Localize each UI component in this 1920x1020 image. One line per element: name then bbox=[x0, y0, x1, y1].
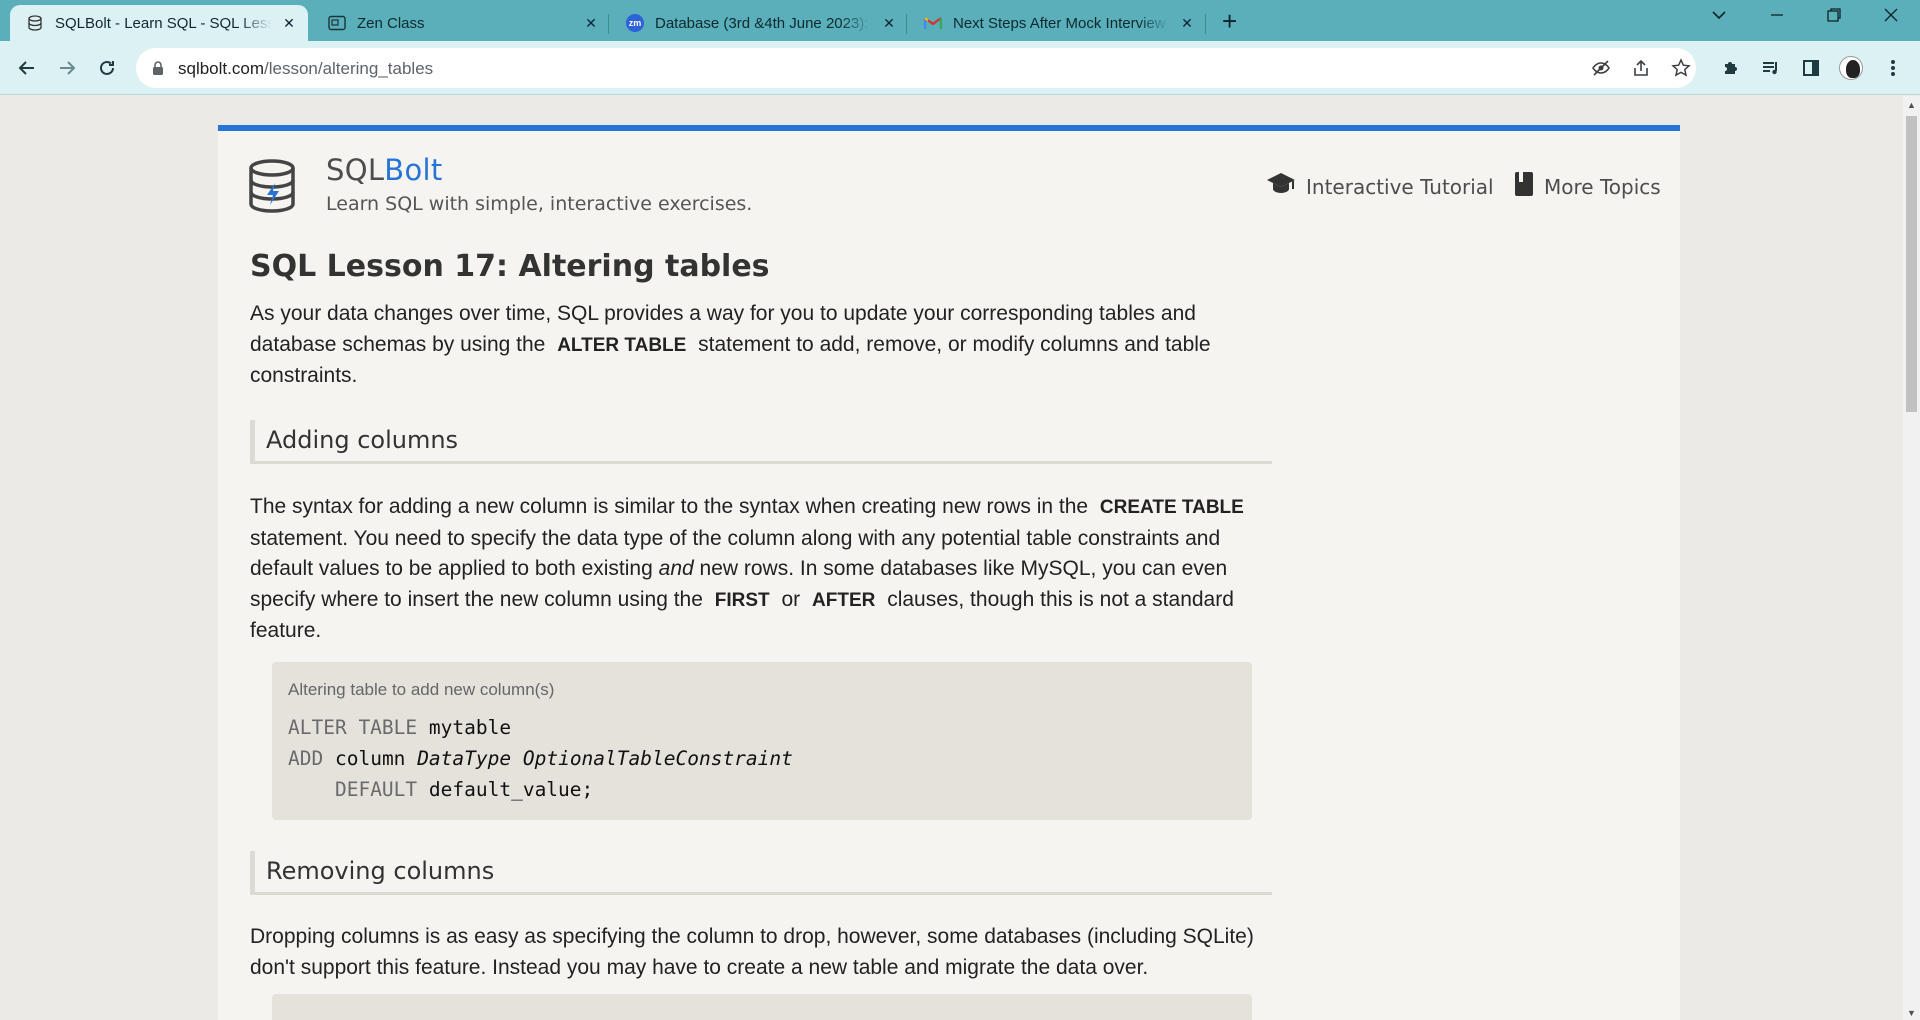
code-keyword: ALTER TABLE bbox=[288, 716, 418, 739]
extensions-puzzle-icon[interactable] bbox=[1718, 55, 1744, 81]
page-icon bbox=[328, 14, 346, 32]
forward-arrow-icon[interactable] bbox=[54, 55, 80, 81]
close-icon[interactable]: ✕ bbox=[582, 15, 600, 32]
nav-label: Interactive Tutorial bbox=[1306, 174, 1494, 199]
close-icon[interactable]: ✕ bbox=[880, 15, 898, 32]
code-block-remove-column bbox=[272, 994, 1252, 1020]
lock-icon[interactable] bbox=[152, 61, 164, 80]
keyword-alter-table: ALTER TABLE bbox=[557, 334, 687, 356]
close-icon[interactable]: ✕ bbox=[1178, 15, 1196, 32]
code-name: default_value; bbox=[428, 778, 594, 801]
lesson-title: SQL Lesson 17: Altering tables bbox=[250, 249, 770, 284]
graduation-cap-icon bbox=[1266, 171, 1306, 202]
keyword-first: FIRST bbox=[714, 589, 770, 611]
tab-strip: SQLBolt - Learn SQL - SQL Lesson 17: Alt… bbox=[0, 0, 1920, 41]
side-panel-icon[interactable] bbox=[1798, 55, 1824, 81]
minimize-icon[interactable] bbox=[1768, 6, 1786, 29]
text: The syntax for adding a new column is si… bbox=[250, 495, 1089, 518]
section-title: Adding columns bbox=[266, 426, 459, 454]
address-bar[interactable]: sqlbolt.com/lesson/altering_tables bbox=[136, 48, 1696, 88]
intro-paragraph: As your data changes over time, SQL prov… bbox=[250, 299, 1270, 392]
zoom-icon: zm bbox=[626, 14, 644, 32]
nav-more-topics[interactable]: More Topics bbox=[1514, 171, 1661, 202]
new-tab-button[interactable]: + bbox=[1222, 8, 1237, 34]
reload-icon[interactable] bbox=[94, 55, 120, 81]
tab-title: Next Steps After Mock Interview bbox=[953, 14, 1166, 32]
lesson-card: SQLBolt Learn SQL with simple, interacti… bbox=[218, 125, 1680, 1020]
keyword-after: AFTER bbox=[812, 589, 876, 611]
emphasis: and bbox=[658, 557, 694, 580]
tab-title: Zen Class bbox=[357, 14, 425, 32]
scroll-down-arrow-icon[interactable]: ▼ bbox=[1907, 1008, 1916, 1018]
database-icon bbox=[26, 14, 44, 32]
browser-toolbar: sqlbolt.com/lesson/altering_tables bbox=[0, 41, 1920, 95]
eye-slash-icon[interactable] bbox=[1588, 55, 1614, 81]
back-arrow-icon[interactable] bbox=[14, 55, 40, 81]
url-text: sqlbolt.com/lesson/altering_tables bbox=[178, 59, 433, 79]
scrollbar-thumb[interactable] bbox=[1906, 116, 1917, 412]
section-heading-adding-columns: Adding columns bbox=[250, 420, 1272, 464]
code-name: mytable bbox=[428, 716, 512, 739]
code-text: ALTER TABLE mytable ADD column DataType … bbox=[288, 712, 793, 805]
url-host: sqlbolt.com bbox=[178, 59, 264, 78]
restore-icon[interactable] bbox=[1825, 6, 1843, 29]
nav-interactive-tutorial[interactable]: Interactive Tutorial bbox=[1266, 171, 1494, 202]
page-viewport: SQLBolt Learn SQL with simple, interacti… bbox=[0, 96, 1903, 1020]
url-path: /lesson/altering_tables bbox=[263, 59, 434, 78]
code-caption: Altering table to add new column(s) bbox=[288, 680, 555, 699]
code-name: column bbox=[334, 747, 406, 770]
tab-title: Database (3rd &4th June 2023): bbox=[655, 14, 869, 32]
section-heading-removing-columns: Removing columns bbox=[250, 851, 1272, 895]
database-logo-icon[interactable] bbox=[248, 159, 296, 218]
bookmark-star-icon[interactable] bbox=[1668, 55, 1694, 81]
brand-prefix: SQL bbox=[326, 153, 385, 187]
removing-columns-paragraph: Dropping columns is as easy as specifyin… bbox=[250, 925, 1254, 979]
adding-columns-paragraph: The syntax for adding a new column is si… bbox=[250, 492, 1270, 647]
code-type: DataType bbox=[417, 747, 512, 770]
code-constraint: OptionalTableConstraint bbox=[522, 747, 793, 770]
tab-separator bbox=[906, 14, 907, 34]
site-brand[interactable]: SQLBolt bbox=[326, 153, 443, 187]
tab-separator bbox=[1205, 14, 1206, 34]
media-queue-icon[interactable] bbox=[1758, 55, 1784, 81]
code-block-add-column: Altering table to add new column(s) ALTE… bbox=[272, 662, 1252, 820]
section-title: Removing columns bbox=[266, 857, 495, 885]
book-icon bbox=[1514, 171, 1544, 202]
tab-database[interactable]: zm Database (3rd &4th June 2023): ✕ bbox=[610, 5, 908, 41]
profile-avatar-icon[interactable] bbox=[1838, 55, 1864, 81]
nav-label: More Topics bbox=[1544, 174, 1661, 199]
gmail-icon bbox=[924, 14, 942, 32]
tab-separator bbox=[608, 14, 609, 34]
scroll-up-arrow-icon[interactable]: ▲ bbox=[1907, 100, 1916, 110]
brand-suffix: Bolt bbox=[384, 153, 443, 187]
page-scrollbar[interactable]: ▲ ▼ bbox=[1903, 96, 1920, 1020]
close-icon[interactable]: ✕ bbox=[280, 15, 298, 32]
text: or bbox=[781, 587, 801, 611]
menu-dots-icon[interactable] bbox=[1880, 55, 1906, 81]
tab-zen-class[interactable]: Zen Class ✕ bbox=[312, 5, 610, 41]
code-keyword: ADD bbox=[288, 747, 324, 770]
tab-search-icon[interactable] bbox=[1710, 6, 1728, 29]
site-tagline: Learn SQL with simple, interactive exerc… bbox=[326, 193, 753, 215]
share-icon[interactable] bbox=[1628, 55, 1654, 81]
window-close-icon[interactable] bbox=[1882, 6, 1900, 29]
tab-sqlbolt[interactable]: SQLBolt - Learn SQL - SQL Lesson 17: Alt… bbox=[10, 5, 308, 41]
code-keyword: DEFAULT bbox=[334, 778, 418, 801]
tab-gmail[interactable]: Next Steps After Mock Interview ✕ bbox=[908, 5, 1206, 41]
tab-title: SQLBolt - Learn SQL - SQL Lesson 17: Alt… bbox=[55, 14, 272, 32]
keyword-create-table: CREATE TABLE bbox=[1099, 497, 1244, 518]
